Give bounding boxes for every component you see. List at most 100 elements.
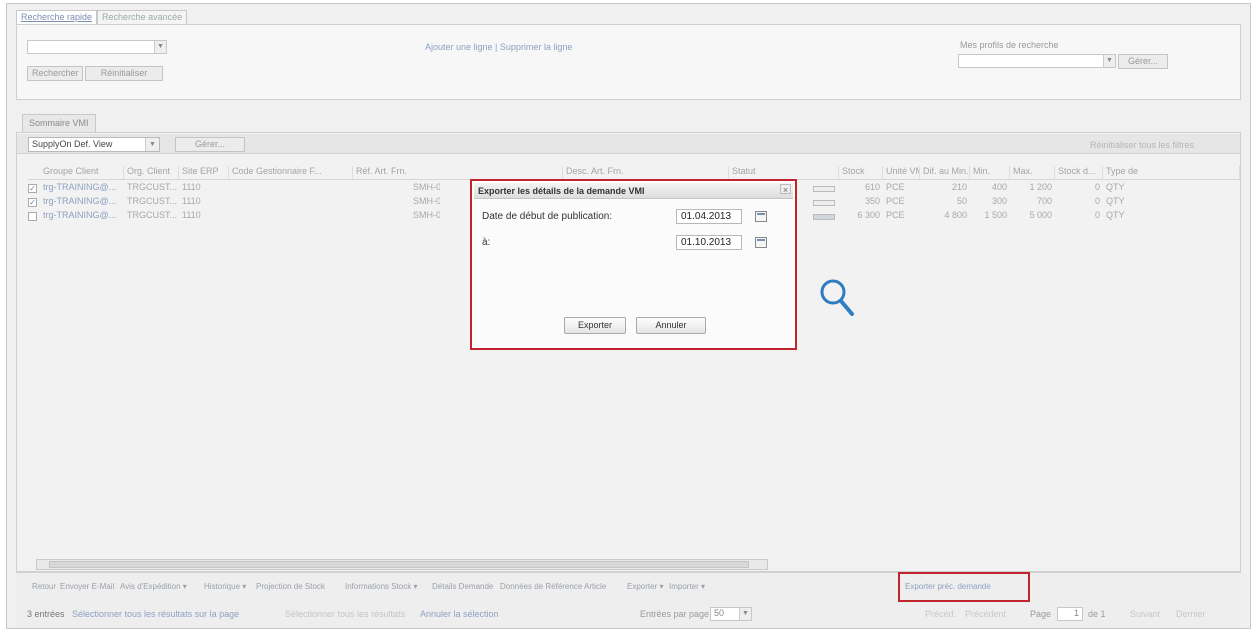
horizontal-scrollbar[interactable]: [36, 559, 768, 570]
start-date-label: Date de début de publication:: [482, 211, 613, 222]
export-dialog: Exporter les détails de la demande VMI ×…: [470, 179, 797, 350]
manage-profiles-button[interactable]: Gérer...: [1118, 54, 1168, 69]
tab-quick-search[interactable]: Recherche rapide: [16, 10, 98, 24]
col-header[interactable]: Min.: [970, 166, 1010, 179]
end-date-label: à:: [482, 237, 491, 248]
cell-type: QTY: [1106, 196, 1125, 206]
page-label: Page: [1030, 609, 1052, 619]
view-select-value: SupplyOn Def. View: [32, 139, 113, 149]
demand-details-button[interactable]: Détails Demande: [432, 582, 493, 591]
cell-stock-d: 0: [1094, 196, 1100, 206]
cancel-button[interactable]: Annuler: [636, 317, 706, 334]
search-field-select[interactable]: ▼: [27, 40, 167, 54]
zoom-magnifier-icon: [820, 279, 854, 316]
cell-unit: PCE: [886, 196, 905, 206]
cell-diff-min: 210: [951, 182, 967, 192]
cell-erp-site: 1110: [182, 182, 201, 192]
cell-min: 400: [991, 182, 1007, 192]
cell-min: 1 500: [984, 210, 1007, 220]
cell-customer-org: TRGCUST...: [127, 210, 178, 220]
cell-max: 1 200: [1029, 182, 1052, 192]
cell-stock: 350: [864, 196, 880, 206]
col-header[interactable]: Org. Client: [124, 166, 179, 179]
send-email-button[interactable]: Envoyer E-Mail: [60, 582, 114, 591]
dialog-body: Date de début de publication: 01.04.2013…: [474, 200, 793, 346]
scrollbar-thumb[interactable]: [49, 561, 749, 568]
add-remove-row-links[interactable]: Ajouter une ligne | Supprimer la ligne: [425, 42, 572, 52]
search-profiles-label: Mes profils de recherche: [960, 40, 1059, 50]
cell-diff-min: 50: [956, 196, 967, 206]
cell-type: QTY: [1106, 210, 1125, 220]
stock-projection-button[interactable]: Projection de Stock: [256, 582, 325, 591]
reset-filters-link[interactable]: Réinitialiser tous les filtres: [1090, 140, 1194, 150]
cell-stock-d: 0: [1094, 182, 1100, 192]
cell-diff-min: 4 800: [944, 210, 967, 220]
end-date-field[interactable]: 01.10.2013: [676, 235, 742, 250]
page-number-input[interactable]: 1: [1057, 607, 1083, 621]
row-checkbox[interactable]: ✓: [28, 184, 37, 193]
cell-erp-site: 1110: [182, 210, 201, 220]
previous-button[interactable]: Précéd.: [925, 609, 956, 619]
col-header[interactable]: Stock: [839, 166, 883, 179]
history-menu[interactable]: Historique ▾: [204, 582, 246, 591]
col-header[interactable]: Max.: [1010, 166, 1055, 179]
close-icon[interactable]: ×: [780, 184, 791, 195]
col-header[interactable]: Statut: [729, 166, 839, 179]
cell-part-ref: SMH-00: [413, 182, 440, 192]
import-menu[interactable]: Importer ▾: [669, 582, 705, 591]
select-all-link[interactable]: Sélectionner tous les résultats: [285, 609, 405, 619]
chevron-down-icon: ▼: [739, 608, 751, 620]
shipping-notice-menu[interactable]: Avis d'Expédition ▾: [120, 582, 187, 591]
chevron-down-icon: ▼: [154, 41, 166, 53]
per-page-value: 50: [714, 608, 725, 618]
next-button[interactable]: Suivant: [1130, 609, 1160, 619]
status-indicator: [813, 186, 835, 192]
previous-page-button[interactable]: Précédent: [965, 609, 1006, 619]
view-select[interactable]: SupplyOn Def. View ▼: [28, 137, 160, 152]
col-header[interactable]: Site ERP: [179, 166, 229, 179]
cell-customer-group[interactable]: trg-TRAINING@...: [40, 182, 124, 192]
row-checkbox[interactable]: ✓: [28, 198, 37, 207]
entries-count: 3 entrées: [27, 609, 65, 619]
cell-customer-group[interactable]: trg-TRAINING@...: [40, 210, 124, 220]
calendar-icon[interactable]: [755, 237, 767, 248]
cell-min: 300: [991, 196, 1007, 206]
grid-header: Groupe Client Org. Client Site ERP Code …: [28, 166, 1240, 180]
dialog-title: Exporter les détails de la demande VMI: [474, 183, 793, 199]
stock-info-menu[interactable]: Informations Stock ▾: [345, 582, 418, 591]
select-all-page-link[interactable]: Sélectionner tous les résultats sur la p…: [72, 609, 239, 619]
export-menu[interactable]: Exporter ▾: [627, 582, 663, 591]
manage-views-button[interactable]: Gérer...: [175, 137, 245, 152]
highlight-box: [898, 572, 1030, 602]
article-reference-data-button[interactable]: Données de Référence Article: [500, 582, 606, 591]
cancel-selection-link[interactable]: Annuler la sélection: [420, 609, 499, 619]
row-checkbox[interactable]: [28, 212, 37, 221]
per-page-select[interactable]: 50 ▼: [710, 607, 752, 621]
cell-customer-org: TRGCUST...: [127, 182, 178, 192]
reset-button[interactable]: Réinitialiser: [85, 66, 163, 81]
col-header[interactable]: Type de: [1103, 166, 1240, 179]
status-indicator: [813, 200, 835, 206]
tab-vmi-summary[interactable]: Sommaire VMI: [22, 114, 96, 132]
cell-part-ref: SMH-00: [413, 196, 440, 206]
search-profile-select[interactable]: ▼: [958, 54, 1116, 68]
cell-unit: PCE: [886, 210, 905, 220]
tab-advanced-search[interactable]: Recherche avancée: [97, 10, 188, 24]
cell-customer-group[interactable]: trg-TRAINING@...: [40, 196, 124, 206]
cell-customer-org: TRGCUST...: [127, 196, 178, 206]
col-header[interactable]: Groupe Client: [40, 166, 124, 179]
search-button[interactable]: Rechercher: [27, 66, 83, 81]
cell-erp-site: 1110: [182, 196, 201, 206]
last-button[interactable]: Dernier: [1176, 609, 1206, 619]
col-header[interactable]: Réf. Art. Frn.: [353, 166, 563, 179]
chevron-down-icon: ▼: [145, 138, 159, 151]
col-header[interactable]: Code Gestionnaire F...: [229, 166, 353, 179]
col-header[interactable]: Desc. Art. Frn.: [563, 166, 729, 179]
col-header[interactable]: Stock d...: [1055, 166, 1103, 179]
export-button[interactable]: Exporter: [564, 317, 626, 334]
calendar-icon[interactable]: [755, 211, 767, 222]
col-header[interactable]: Unité VMI: [883, 166, 920, 179]
col-header[interactable]: Dif. au Min.: [920, 166, 970, 179]
start-date-field[interactable]: 01.04.2013: [676, 209, 742, 224]
back-button[interactable]: Retour: [32, 582, 56, 591]
